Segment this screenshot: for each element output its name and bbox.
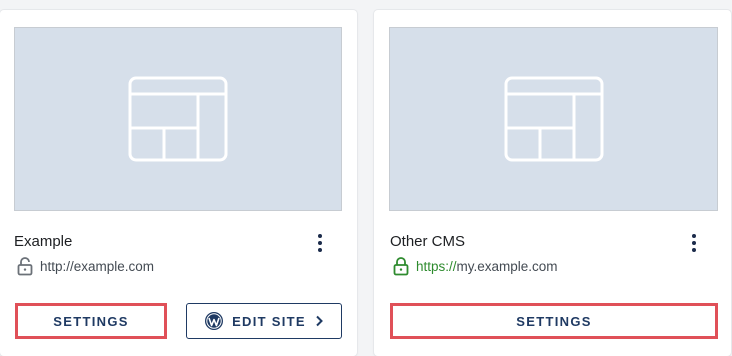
settings-button[interactable]: SETTINGS — [15, 303, 167, 339]
site-thumbnail — [389, 27, 718, 211]
site-card-example: Example http://example.com SETTINGS EDIT… — [0, 10, 357, 356]
site-url[interactable]: https://my.example.com — [416, 259, 558, 274]
more-options-icon[interactable] — [313, 232, 327, 254]
layout-placeholder-icon — [128, 76, 228, 162]
settings-button-label: SETTINGS — [53, 313, 129, 329]
lock-open-icon — [17, 257, 33, 276]
site-card-other-cms: Other CMS https://my.example.com SETTING… — [374, 10, 731, 356]
wordpress-icon — [205, 312, 224, 330]
settings-button-label: SETTINGS — [516, 313, 592, 329]
more-options-icon[interactable] — [687, 232, 701, 254]
site-url-scheme: https:// — [416, 258, 457, 274]
site-name: Example — [14, 233, 73, 250]
site-url-host: my.example.com — [456, 258, 558, 274]
edit-site-button[interactable]: EDIT SITE — [186, 303, 342, 339]
site-name: Other CMS — [390, 233, 466, 250]
site-url-row: http://example.com — [16, 256, 154, 276]
layout-placeholder-icon — [504, 76, 603, 162]
edit-site-button-label: EDIT SITE — [232, 313, 306, 329]
chevron-right-icon — [316, 315, 323, 327]
site-url-row: https://my.example.com — [392, 256, 558, 276]
lock-closed-icon — [393, 257, 409, 276]
site-thumbnail — [14, 27, 342, 211]
site-url[interactable]: http://example.com — [40, 259, 154, 274]
settings-button[interactable]: SETTINGS — [390, 303, 718, 339]
